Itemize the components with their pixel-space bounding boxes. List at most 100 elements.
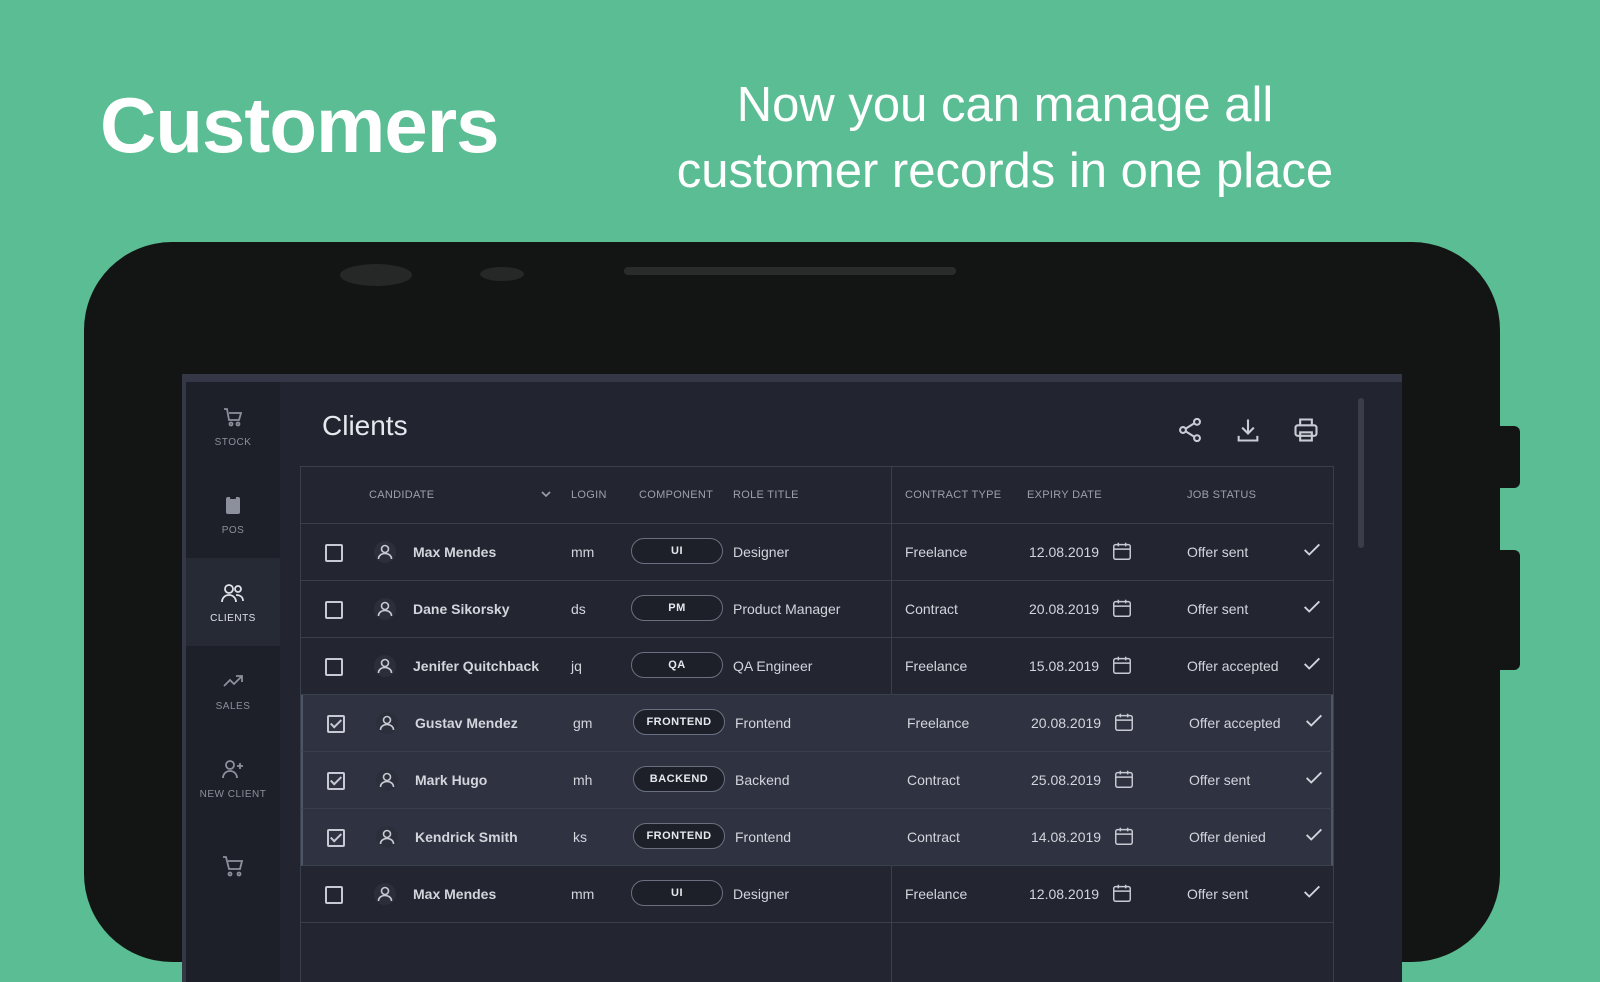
contract-type: Contract [907,772,960,788]
power-button [1498,426,1520,488]
expiry-date: 14.08.2019 [1031,829,1102,845]
checkmark-icon[interactable] [1303,709,1325,731]
login: mh [573,772,593,788]
user-avatar-icon [373,654,397,678]
nav-label-clients: CLIENTS [210,612,256,624]
table-row[interactable]: Gustav Mendez gm FRONTEND Frontend Freelance… [301,695,1333,752]
cart-icon [224,407,243,426]
column-header-component[interactable]: COMPONENT [639,489,713,501]
component-badge: UI [631,538,723,564]
candidate-name: Jenifer Quitchback [413,658,540,674]
promo-tagline: Now you can manage all customer records … [635,72,1375,204]
promo-headline: Customers [100,81,499,169]
download-icon[interactable] [1234,416,1262,444]
checkmark-icon[interactable] [1303,766,1325,788]
nav-item-stock[interactable]: STOCK [186,382,280,470]
component-badge: PM [631,595,723,621]
scrollbar[interactable] [1358,398,1364,548]
clipboard-icon [226,494,240,514]
column-header-contract-type[interactable]: CONTRACT TYPE [905,489,1001,501]
component-badge: FRONTEND [633,823,725,849]
row-checkbox[interactable] [327,715,345,733]
component-badge: UI [631,880,723,906]
candidate-name: Kendrick Smith [415,829,518,845]
table-row[interactable]: Kendrick Smith ks FRONTEND Frontend Contract… [301,809,1333,866]
row-checkbox[interactable] [327,829,345,847]
column-header-role-title[interactable]: ROLE TITLE [733,489,799,501]
component-badge: BACKEND [633,766,725,792]
role-title: Designer [733,544,790,560]
column-header-candidate[interactable]: CANDIDATE [369,489,434,501]
role-title: Product Manager [733,601,841,617]
row-checkbox[interactable] [325,544,343,562]
contract-type: Freelance [905,658,968,674]
column-header-expiry-date[interactable]: EXPIRY DATE [1027,489,1102,501]
shopping-cart-icon [223,856,244,877]
column-header-job-status[interactable]: JOB STATUS [1187,489,1256,501]
row-checkbox[interactable] [327,772,345,790]
user-avatar-icon [375,711,399,735]
volume-button [1498,550,1520,670]
checkmark-icon[interactable] [1301,595,1323,617]
job-status: Offer sent [1189,772,1251,788]
calendar-icon[interactable] [1113,711,1135,733]
row-checkbox[interactable] [325,658,343,676]
table-body: Max Mendes mm UI Designer Freelance 12.08.201… [301,524,1333,923]
job-status: Offer denied [1189,829,1266,845]
nav-label-stock: STOCK [214,436,252,448]
table-row[interactable]: Jenifer Quitchback jq QA QA Engineer Freelan… [301,638,1333,695]
component-badge: QA [631,652,723,678]
row-checkbox[interactable] [325,886,343,904]
tablet-device: STOCK POS CLIENTS SALES NEW CLIENT Clien… [84,242,1520,982]
nav-label-sales: SALES [215,700,251,712]
expiry-date: 12.08.2019 [1029,544,1100,560]
calendar-icon[interactable] [1111,597,1133,619]
tagline-line-2: customer records in one place [676,144,1334,198]
login: mm [571,544,595,560]
table-row[interactable]: Dane Sikorsky ds PM Product Manager Contract… [301,581,1333,638]
job-status: Offer sent [1187,544,1249,560]
login: ks [573,829,587,845]
calendar-icon[interactable] [1111,540,1133,562]
clients-table: CANDIDATE LOGIN COMPONENT ROLE TITLE CON… [300,466,1334,982]
job-status: Offer accepted [1189,715,1281,731]
nav-label-new-client: NEW CLIENT [199,788,267,800]
nav-item-pos[interactable]: POS [186,470,280,558]
user-avatar-icon [375,825,399,849]
contract-type: Contract [905,601,958,617]
role-title: Backend [735,772,790,788]
chevron-down-icon[interactable] [539,487,553,501]
sidebar-nav: STOCK POS CLIENTS SALES NEW CLIENT [186,382,280,982]
calendar-icon[interactable] [1113,825,1135,847]
calendar-icon[interactable] [1111,882,1133,904]
component-badge: FRONTEND [633,709,725,735]
checkmark-icon[interactable] [1303,823,1325,845]
nav-item-new-client[interactable]: NEW CLIENT [186,734,280,822]
candidate-name: Mark Hugo [415,772,488,788]
checkmark-icon[interactable] [1301,652,1323,674]
checkmark-icon[interactable] [1301,538,1323,560]
calendar-icon[interactable] [1113,768,1135,790]
column-header-login[interactable]: LOGIN [571,489,607,501]
user-avatar-icon [373,882,397,906]
contract-type: Freelance [905,544,968,560]
checkmark-icon[interactable] [1301,880,1323,902]
trending-up-icon [223,674,243,687]
nav-item-sales[interactable]: SALES [186,646,280,734]
nav-item-shop[interactable] [186,822,280,910]
login: jq [571,658,582,674]
table-row[interactable]: Max Mendes mm UI Designer Freelance 12.08.201… [301,866,1333,923]
print-icon[interactable] [1292,416,1320,444]
row-checkbox[interactable] [325,601,343,619]
job-status: Offer accepted [1187,658,1279,674]
login: gm [573,715,593,731]
table-row[interactable]: Max Mendes mm UI Designer Freelance 12.08.201… [301,524,1333,581]
expiry-date: 20.08.2019 [1031,715,1102,731]
share-icon[interactable] [1176,416,1204,444]
expiry-date: 25.08.2019 [1031,772,1102,788]
table-row[interactable]: Mark Hugo mh BACKEND Backend Contract 25.08.2… [301,752,1333,809]
nav-item-clients[interactable]: CLIENTS [186,558,280,646]
calendar-icon[interactable] [1111,654,1133,676]
role-title: Frontend [735,829,792,845]
role-title: QA Engineer [733,658,813,674]
